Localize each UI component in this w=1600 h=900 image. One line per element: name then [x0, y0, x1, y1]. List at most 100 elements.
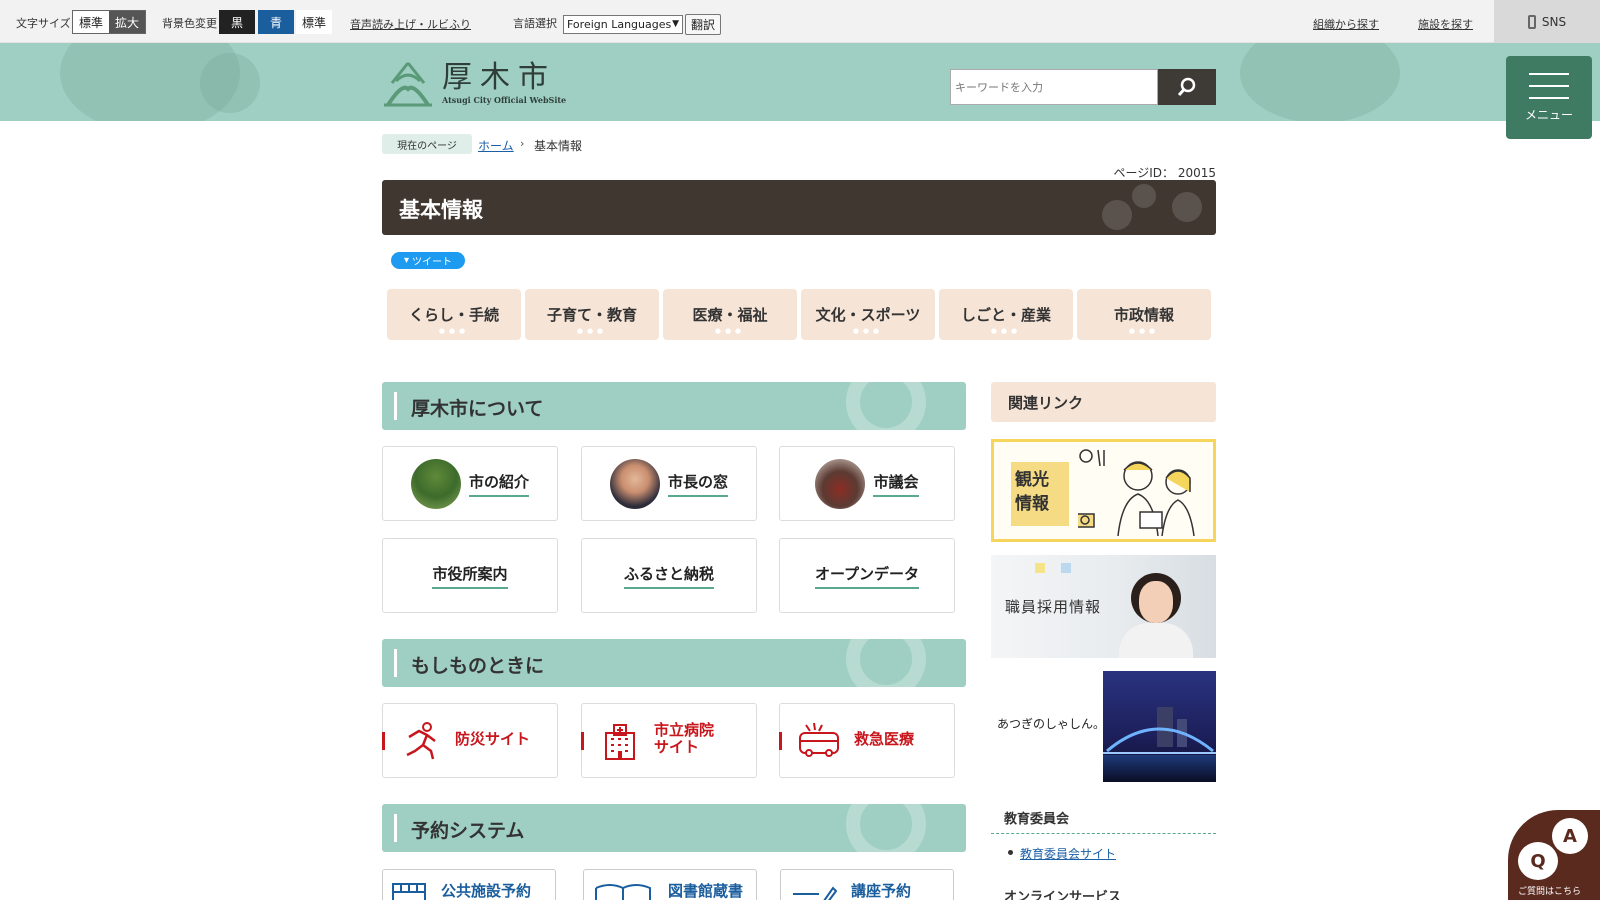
page-title-banner: 基本情報 [382, 180, 1216, 235]
card-label: 防災サイト [455, 729, 531, 748]
course-reservation-card[interactable]: 講座予約 [780, 869, 954, 900]
question-bubble-icon: Q [1518, 842, 1558, 880]
decoration [1132, 184, 1156, 208]
facility-reservation-card[interactable]: 公共施設予約 [382, 869, 556, 900]
logo-text: 厚木市 Atsugi City Official WebSite [442, 60, 567, 106]
staff-recruitment-banner[interactable]: 職員採用情報 [991, 555, 1216, 658]
site-title: 厚木市 [442, 60, 556, 95]
atsugi-photo-logo: あつぎのしゃしん。 [997, 717, 1106, 731]
education-committee-link[interactable]: 教育委員会サイト [1007, 845, 1116, 862]
category-tab-label: 文化・スポーツ [815, 306, 921, 324]
card-label: 市役所案内 [432, 563, 508, 589]
city-emblem-icon [384, 62, 432, 107]
decoration [1102, 200, 1132, 230]
city-council-card[interactable]: 市議会 [779, 446, 955, 521]
tourism-banner-label: 観光 情報 [1011, 462, 1069, 526]
language-select[interactable]: Foreign Languages ▼ [563, 15, 683, 34]
bg-blue-button[interactable]: 青 [258, 10, 294, 34]
category-tab-government[interactable]: 市政情報 ●●● [1077, 289, 1211, 340]
hospital-building-icon [605, 723, 635, 760]
city-hall-guide-card[interactable]: 市役所案内 [382, 538, 558, 613]
emergency-medical-card[interactable]: 救急医療 [779, 703, 955, 778]
mayor-photo [609, 458, 660, 509]
tourism-label-line: 観光 [1015, 470, 1049, 490]
city-hospital-card[interactable]: 市立病院 サイト [581, 703, 757, 778]
breadcrumb-current-label: 現在のページ [382, 134, 472, 154]
hamburger-icon [1529, 72, 1569, 99]
search-icon [1177, 77, 1196, 97]
translate-button[interactable]: 翻訳 [685, 14, 721, 35]
leaf-decoration [200, 53, 260, 113]
city-landscape-image [410, 458, 461, 509]
speech-ruby-link[interactable]: 音声読み上げ・ルビふり [350, 16, 471, 32]
card-label-line: サイト [654, 738, 700, 756]
facility-search-link[interactable]: 施設を探す [1418, 16, 1473, 32]
card-label: 市議会 [873, 471, 919, 497]
language-selected-value: Foreign Languages [567, 18, 672, 31]
mayor-card[interactable]: 市長の窓 [581, 446, 757, 521]
tourism-info-banner[interactable]: 観光 情報 [991, 439, 1216, 542]
open-data-card[interactable]: オープンデータ [779, 538, 955, 613]
atsugi-photo-banner[interactable]: あつぎのしゃしん。 [991, 671, 1216, 782]
category-tab-label: 子育て・教育 [546, 306, 637, 324]
tweet-button[interactable]: ▾ ツイート [391, 252, 465, 269]
site-logo[interactable]: 厚木市 Atsugi City Official WebSite [382, 59, 566, 109]
chevron-down-icon: ▼ [672, 19, 679, 29]
sns-label: SNS [1541, 14, 1567, 29]
breadcrumb-home-link[interactable]: ホーム [478, 137, 514, 154]
card-label: オープンデータ [814, 563, 920, 589]
online-services-title: オンラインサービス [1004, 890, 1122, 900]
open-book-icon [595, 884, 651, 900]
night-bridge-image [1103, 671, 1216, 782]
card-label: 市立病院 サイト [654, 722, 714, 759]
page-id: ページID： 20015 [1113, 166, 1216, 180]
menu-label: メニュー [1524, 107, 1573, 122]
bg-color-label: 背景色変更 [162, 17, 217, 30]
city-intro-card[interactable]: 市の紹介 [382, 446, 558, 521]
breadcrumb-current: 基本情報 [534, 139, 583, 153]
category-tab-living[interactable]: くらし・手続 ●●● [387, 289, 521, 340]
bg-standard-button[interactable]: 標準 [296, 10, 332, 34]
category-tab-culture[interactable]: 文化・スポーツ ●●● [801, 289, 935, 340]
site-header: 厚木市 Atsugi City Official WebSite [0, 43, 1600, 121]
chat-qa-button[interactable]: A Q ご質問はこちら [1508, 810, 1600, 900]
font-size-toggle: 標準 拡大 [72, 10, 146, 34]
menu-button[interactable]: メニュー [1506, 56, 1592, 139]
bg-black-button[interactable]: 黒 [219, 10, 255, 34]
card-label: 市の紹介 [468, 471, 529, 497]
font-size-label: 文字サイズ [16, 17, 71, 30]
search-button[interactable] [1158, 69, 1216, 105]
section-header-about: 厚木市について [382, 382, 966, 430]
search-input[interactable] [950, 69, 1158, 105]
pen-paper-icon [793, 886, 837, 900]
section-header-reservation: 予約システム [382, 804, 966, 852]
sns-button[interactable]: SNS [1494, 0, 1600, 43]
category-tab-welfare[interactable]: 医療・福祉 ●●● [663, 289, 797, 340]
bridge-arch-icon [1103, 727, 1216, 754]
disaster-site-card[interactable]: 防災サイト [382, 703, 558, 778]
org-search-link[interactable]: 組織から探す [1313, 16, 1379, 32]
category-tab-work[interactable]: しごと・産業 ●●● [939, 289, 1073, 340]
card-label: 図書館蔵書 [668, 882, 744, 900]
font-size-standard-button[interactable]: 標準 [73, 11, 109, 33]
page-title: 基本情報 [399, 198, 483, 222]
utility-bar: 文字サイズ 標準 拡大 背景色変更 黒 青 標準 音声読み上げ・ルビふり 言語選… [0, 0, 1600, 43]
chevron-right-icon: › [520, 137, 525, 150]
recruitment-label: 職員採用情報 [1005, 598, 1102, 616]
card-label: 講座予約 [851, 882, 912, 900]
site-subtitle: Atsugi City Official WebSite [442, 95, 567, 105]
card-label: 公共施設予約 [441, 882, 532, 900]
library-catalog-card[interactable]: 図書館蔵書 [583, 869, 757, 900]
leaf-decoration [1240, 43, 1400, 121]
language-label: 言語選択 [513, 17, 557, 30]
answer-bubble-icon: A [1552, 818, 1588, 854]
running-person-icon [406, 721, 436, 759]
card-label: 救急医療 [854, 729, 915, 748]
leaf-decoration [846, 804, 926, 852]
font-size-large-button[interactable]: 拡大 [109, 11, 145, 33]
tourism-label-line: 情報 [1015, 494, 1049, 514]
leaf-decoration [846, 639, 926, 687]
hometown-tax-card[interactable]: ふるさと納税 [581, 538, 757, 613]
category-tab-childcare[interactable]: 子育て・教育 ●●● [525, 289, 659, 340]
decoration [1172, 192, 1202, 222]
